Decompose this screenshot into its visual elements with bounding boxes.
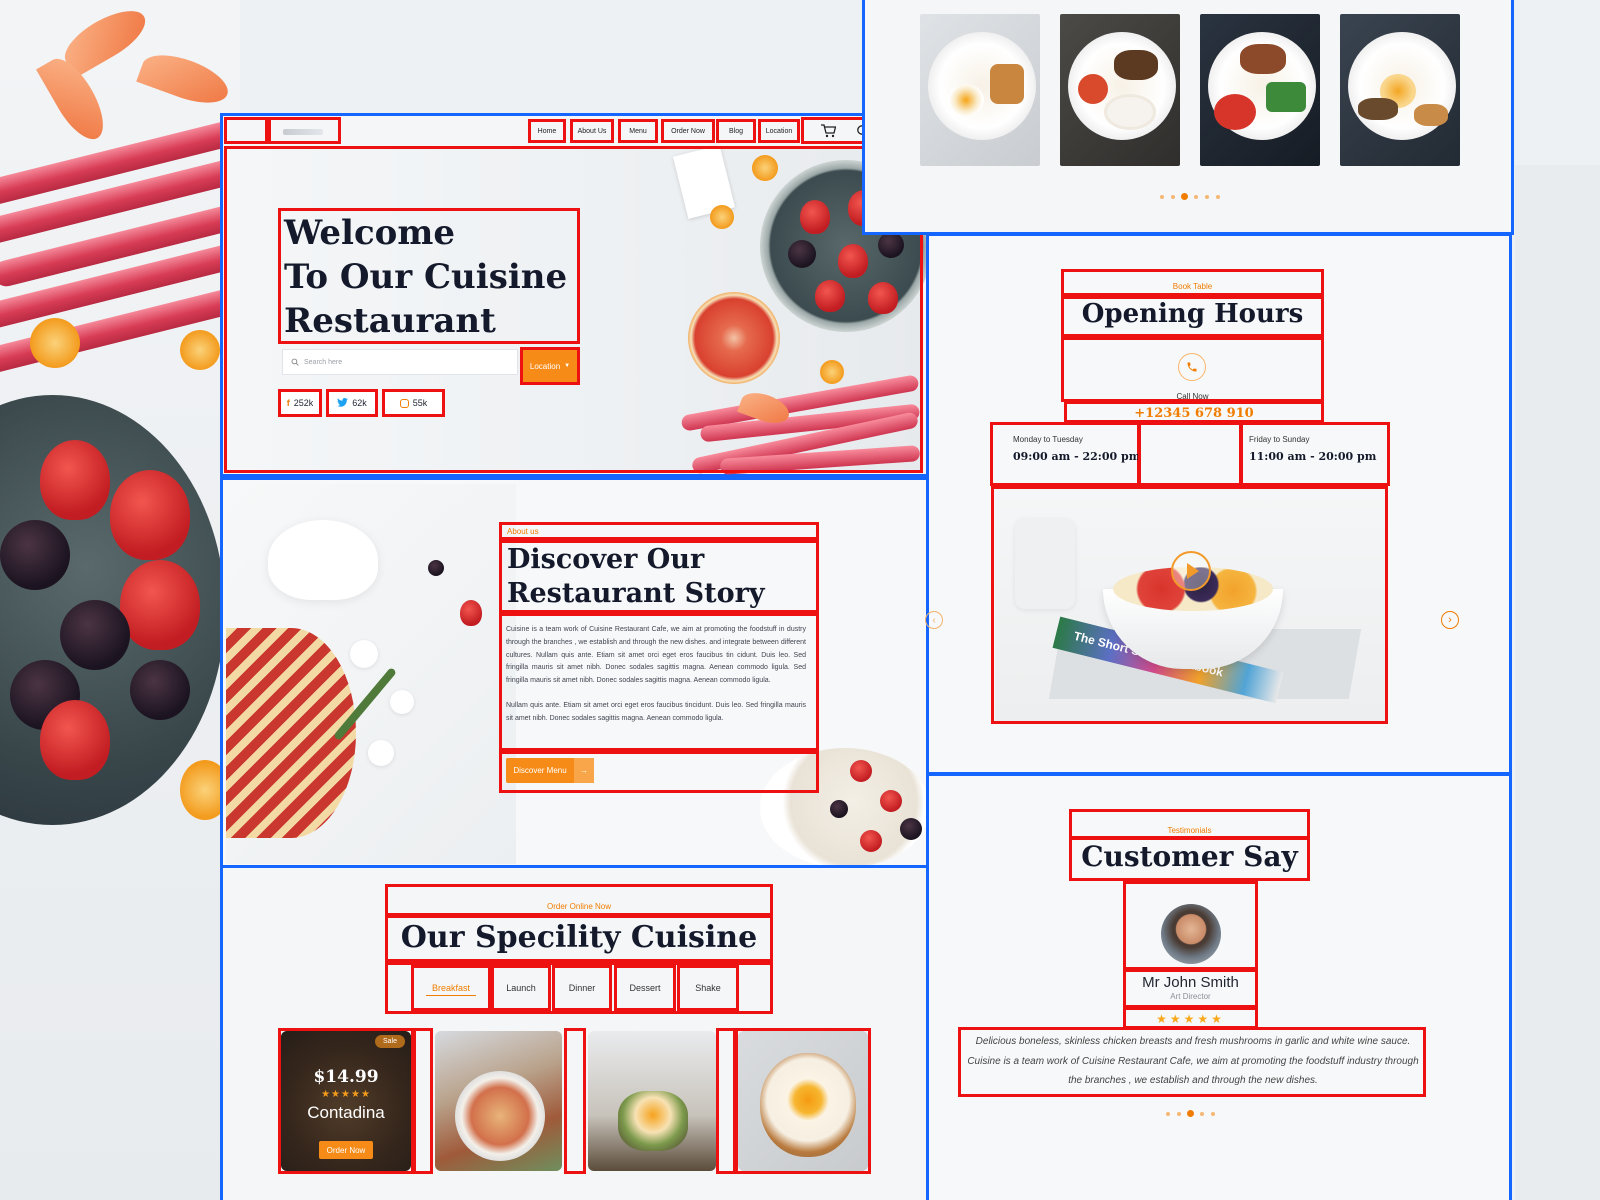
gallery-dot-3[interactable]	[1181, 193, 1188, 200]
tab-dinner[interactable]: Dinner	[552, 965, 612, 1011]
hours-title: Opening Hours	[1081, 299, 1304, 329]
chevron-right-icon[interactable]: ›	[1441, 611, 1459, 629]
tab-dessert[interactable]: Dessert	[614, 965, 676, 1011]
card-gap-3	[716, 1028, 736, 1174]
gallery-image-2[interactable]	[1060, 14, 1180, 166]
background-strip	[1515, 165, 1600, 1200]
tab-breakfast[interactable]: Breakfast	[411, 965, 491, 1011]
testimonial-quote: Delicious boneless, skinless chicken bre…	[967, 1036, 1419, 1086]
left-time: 09:00 am - 22:00 pm	[1013, 450, 1141, 463]
testimonial-role: Art Director	[1170, 992, 1211, 1001]
right-days: Friday to Sunday	[1249, 435, 1310, 444]
right-time: 11:00 am - 20:00 pm	[1249, 450, 1377, 463]
card-gap-1	[413, 1028, 433, 1174]
hero-section-outline	[224, 146, 923, 473]
hours-left-box: Monday to Tuesday 09:00 am - 22:00 pm	[990, 422, 1140, 486]
call-now-label: Call Now	[1176, 392, 1209, 401]
gallery-dot-2[interactable]	[1171, 195, 1175, 199]
dish-card-3[interactable]	[588, 1031, 716, 1171]
gallery-dot-4[interactable]	[1194, 195, 1198, 199]
gallery-dot-5[interactable]	[1205, 195, 1209, 199]
call-box: Call Now	[1061, 337, 1324, 402]
nav-menu[interactable]: Menu	[618, 119, 658, 143]
about-kicker-box: About us	[499, 522, 819, 540]
avatar	[1161, 904, 1221, 964]
cart-icon[interactable]	[820, 124, 837, 143]
about-paragraph-2: Nullam quis ante. Etiam sit amet orci eg…	[506, 701, 806, 722]
testimonial-dot-3[interactable]	[1187, 1110, 1194, 1117]
featured-card-outline	[278, 1028, 414, 1174]
cuisine-title: Our Specility Cuisine	[400, 920, 758, 955]
avatar-box	[1123, 881, 1258, 970]
tab-shake[interactable]: Shake	[677, 965, 739, 1011]
cuisine-kicker-box: Order Online Now	[385, 884, 773, 916]
hours-title-box: Opening Hours	[1061, 296, 1324, 337]
nav-about-us[interactable]: About Us	[570, 119, 614, 143]
gallery-image-3[interactable]	[1200, 14, 1320, 166]
about-title-line1: Discover Our	[507, 544, 705, 575]
about-title-box: Discover Our Restaurant Story	[499, 540, 819, 613]
hours-right-box: Friday to Sunday 11:00 am - 20:00 pm	[1240, 422, 1390, 486]
hours-image-outline	[991, 486, 1388, 724]
discover-menu-button[interactable]: Discover Menu →	[506, 758, 594, 783]
name-box: Mr John Smith Art Director	[1123, 969, 1258, 1008]
hours-kicker: Book Table	[1172, 282, 1213, 291]
testimonial-title: Customer Say	[1081, 840, 1298, 873]
testimonial-kicker-box: Testimonials	[1069, 809, 1310, 839]
hours-middle-box	[1138, 422, 1242, 486]
nav-order-now[interactable]: Order Now	[661, 119, 715, 143]
gallery-image-1[interactable]	[920, 14, 1040, 166]
cuisine-title-box: Our Specility Cuisine	[385, 915, 773, 962]
testimonial-kicker: Testimonials	[1167, 826, 1212, 835]
arrow-right-icon: →	[574, 758, 594, 783]
dish-card-4-outline	[735, 1028, 871, 1174]
gallery-dot-6[interactable]	[1216, 195, 1220, 199]
background-food-photo	[0, 0, 240, 1200]
testimonial-dot-2[interactable]	[1177, 1112, 1181, 1116]
about-text: Cuisine is a team work of Cuisine Restau…	[506, 624, 806, 726]
about-paragraph-1: Cuisine is a team work of Cuisine Restau…	[506, 626, 806, 685]
left-days: Monday to Tuesday	[1013, 435, 1083, 444]
teapot-image	[268, 520, 378, 600]
chevron-left-icon[interactable]: ‹	[925, 611, 943, 629]
discover-menu-label: Discover Menu	[513, 766, 567, 775]
hours-kicker-box: Book Table	[1061, 269, 1324, 296]
testimonial-dot-1[interactable]	[1166, 1112, 1170, 1116]
about-title-line2: Restaurant Story	[507, 578, 765, 609]
about-kicker: About us	[507, 527, 539, 536]
testimonial-dot-5[interactable]	[1211, 1112, 1215, 1116]
nav-location[interactable]: Location	[758, 119, 800, 143]
logo[interactable]	[268, 117, 341, 144]
phone-number[interactable]: +12345 678 910	[1067, 406, 1321, 421]
tab-launch[interactable]: Launch	[491, 965, 551, 1011]
testimonial-dot-4[interactable]	[1200, 1112, 1204, 1116]
rating-box: ★★★★★	[1123, 1007, 1258, 1029]
phone-box: +12345 678 910	[1064, 401, 1324, 423]
testimonial-rating-stars: ★★★★★	[1156, 1012, 1225, 1026]
gallery-image-4[interactable]	[1340, 14, 1460, 166]
nav-left-block	[224, 117, 268, 144]
dish-card-2[interactable]	[435, 1031, 562, 1171]
gallery-dot-1[interactable]	[1160, 195, 1164, 199]
cuisine-kicker: Order Online Now	[546, 902, 612, 911]
testimonial-title-box: Customer Say	[1069, 837, 1310, 881]
phone-icon[interactable]	[1178, 353, 1206, 381]
nav-blog[interactable]: Blog	[716, 119, 756, 143]
nav-home[interactable]: Home	[528, 119, 566, 143]
card-gap-2	[564, 1028, 586, 1174]
testimonial-name: Mr John Smith	[1142, 974, 1239, 991]
